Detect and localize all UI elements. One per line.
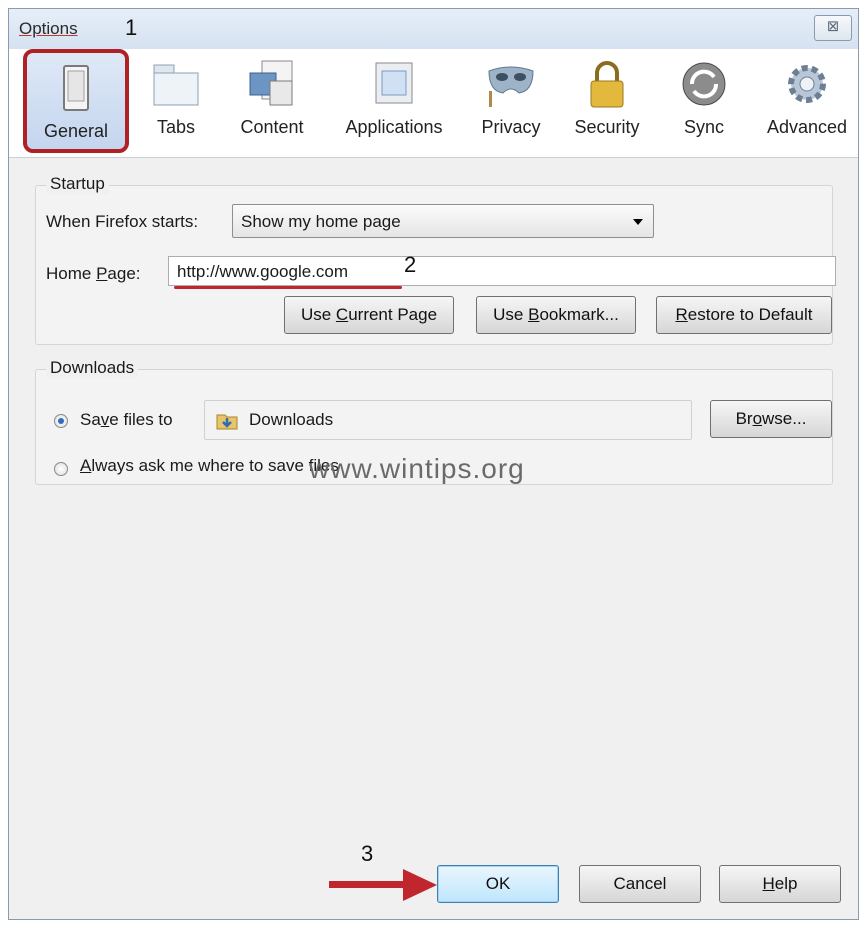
startup-group: Startup When Firefox starts: Show my hom… (35, 174, 836, 345)
home-page-value: http://www.google.com (177, 262, 349, 281)
when-firefox-starts-label: When Firefox starts: (46, 212, 199, 231)
tab-advanced[interactable]: Advanced (757, 49, 857, 153)
arrow-right-icon (329, 869, 437, 901)
tab-general-label: General (43, 121, 109, 141)
tab-content[interactable]: Content (227, 49, 317, 153)
tab-security[interactable]: Security (561, 49, 653, 153)
restore-to-default-button[interactable]: Restore to Default (656, 296, 832, 334)
general-switch-icon (63, 65, 89, 111)
tab-general[interactable]: General (23, 49, 129, 153)
home-page-label: Home Page: (46, 264, 141, 283)
save-files-radio[interactable] (54, 414, 68, 428)
tab-applications-label: Applications (345, 117, 443, 137)
tab-privacy[interactable]: Privacy (471, 49, 551, 153)
content-icon (249, 60, 293, 106)
startup-group-title: Startup (46, 174, 109, 194)
step-2-annotation: 2 (404, 252, 417, 277)
tabs-icon (153, 64, 199, 106)
when-firefox-starts-value: Show my home page (241, 212, 401, 231)
always-ask-radio[interactable] (54, 462, 68, 476)
download-folder-name: Downloads (249, 410, 334, 429)
preferences-toolbar: General Tabs Content Applications Privac… (9, 49, 858, 158)
tab-privacy-label: Privacy (481, 117, 541, 137)
tab-applications[interactable]: Applications (329, 49, 459, 153)
tab-tabs[interactable]: Tabs (137, 49, 215, 153)
gear-icon (788, 65, 826, 103)
window-title: Options (19, 19, 78, 38)
cancel-button[interactable]: Cancel (579, 865, 701, 903)
tab-sync-label: Sync (683, 117, 725, 137)
step-1-annotation: 1 (125, 15, 138, 40)
close-button[interactable]: ⊠ (814, 15, 852, 41)
watermark: www.wintips.org (309, 453, 525, 484)
privacy-mask-icon (488, 66, 534, 107)
title-bar: Options 1 ⊠ (9, 9, 858, 49)
save-files-label[interactable]: Save files to (80, 410, 173, 430)
downloads-group-title: Downloads (46, 358, 139, 378)
when-firefox-starts-select[interactable]: Show my home page (232, 204, 654, 238)
help-button[interactable]: Help (719, 865, 841, 903)
tab-security-label: Security (574, 117, 640, 137)
home-page-underline-annotation (174, 286, 402, 289)
chevron-down-icon (633, 219, 643, 225)
options-window: Options 1 ⊠ General Tabs Content Applica… (8, 8, 859, 920)
tab-tabs-label: Tabs (156, 117, 196, 137)
tab-content-label: Content (240, 117, 304, 137)
step-3-annotation: 3 (361, 841, 374, 866)
home-page-field[interactable]: http://www.google.com (168, 256, 836, 286)
use-current-page-button[interactable]: Use Current Page (284, 296, 454, 334)
tab-sync[interactable]: Sync (665, 49, 743, 153)
browse-button[interactable]: Browse... (710, 400, 832, 438)
ok-button[interactable]: OK (437, 865, 559, 903)
close-icon: ⊠ (826, 18, 840, 35)
sync-icon (682, 62, 726, 106)
use-bookmark-button[interactable]: Use Bookmark... (476, 296, 636, 334)
applications-icon (375, 62, 413, 104)
tab-advanced-label: Advanced (766, 117, 848, 137)
folder-icon (216, 414, 238, 430)
download-folder-field[interactable]: Downloads (204, 400, 692, 440)
padlock-icon (590, 61, 624, 108)
always-ask-label[interactable]: Always ask me where to save files (80, 456, 339, 476)
